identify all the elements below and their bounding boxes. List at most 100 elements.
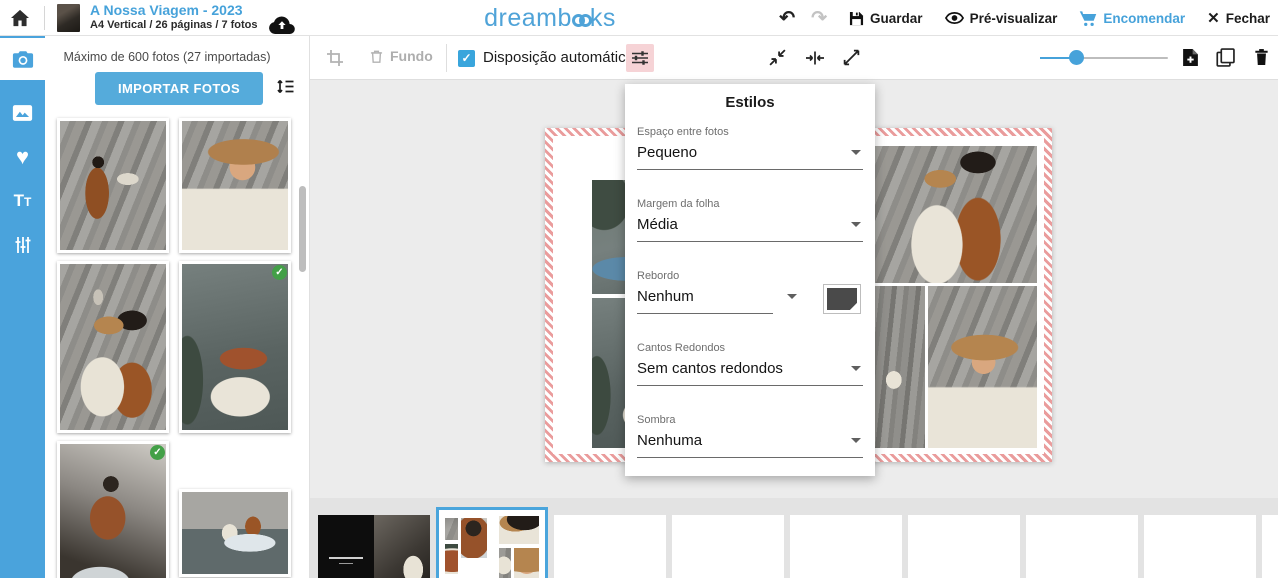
photo-used-badge: ✓: [272, 265, 287, 280]
duplicate-icon: [1216, 48, 1235, 67]
photo-thumbnail[interactable]: [57, 118, 169, 253]
duplicate-page-button[interactable]: [1216, 48, 1235, 67]
toolbar-divider: [446, 44, 447, 72]
field-shadow[interactable]: Sombra Nenhuma: [637, 414, 863, 458]
collapse-diagonal-icon: [768, 48, 787, 67]
background-button[interactable]: Fundo: [370, 48, 433, 64]
save-button[interactable]: Guardar: [849, 11, 923, 26]
spread-photo-couple[interactable]: [873, 146, 1037, 283]
add-page-icon: [1182, 48, 1199, 67]
app-logo: dreambks: [470, 4, 630, 33]
styles-popup: Estilos Espaço entre fotos Pequeno Marge…: [625, 84, 875, 476]
line-spacing-icon: [276, 78, 295, 95]
field-photo-spacing[interactable]: Espaço entre fotos Pequeno: [637, 126, 863, 170]
photo-book-editor: A Nossa Viagem - 2023 A4 Vertical / 26 p…: [0, 0, 1278, 578]
field-border[interactable]: Rebordo Nenhum: [637, 270, 863, 314]
field-value: Média: [637, 216, 678, 233]
header-divider: [44, 6, 45, 30]
rail-tab-photos[interactable]: [0, 38, 45, 80]
field-label: Margem da folha: [637, 198, 863, 210]
order-button[interactable]: Encomendar: [1079, 10, 1185, 27]
page-thumbnail-empty[interactable]: [672, 515, 784, 578]
home-icon: [10, 9, 30, 27]
content-row: ♥ TT Máximo de 600 fotos (27 importadas)…: [0, 36, 1278, 578]
delete-page-button[interactable]: [1254, 48, 1269, 66]
zoom-slider[interactable]: [1040, 50, 1168, 66]
import-photos-button[interactable]: IMPORTAR FOTOS: [95, 72, 263, 105]
rail-tab-pages[interactable]: [0, 92, 45, 134]
redo-button[interactable]: ↷: [811, 7, 827, 30]
border-color-swatch[interactable]: [823, 284, 861, 314]
photo-used-badge: ✓: [150, 445, 165, 460]
spread-photo-portrait[interactable]: [928, 286, 1037, 448]
page-thumbnail-selected[interactable]: [436, 507, 548, 578]
field-label: Espaço entre fotos: [637, 126, 863, 138]
undo-button[interactable]: ↶: [779, 7, 795, 30]
page-thumbnail-empty[interactable]: [790, 515, 902, 578]
cart-icon: [1079, 10, 1097, 27]
save-icon: [849, 11, 864, 26]
sort-photos-button[interactable]: [276, 78, 295, 95]
field-value: Nenhum: [637, 288, 694, 305]
editor-toolbar: Fundo ✓ Disposição automática: [310, 36, 1278, 80]
rail-tab-styles[interactable]: [0, 224, 45, 266]
cloud-upload-icon: [268, 16, 296, 35]
expand-photos-button[interactable]: [842, 48, 861, 67]
spread-photo-stairs[interactable]: [873, 286, 925, 448]
photo-thumbnail[interactable]: ✓: [179, 261, 291, 433]
crop-icon: [326, 49, 344, 67]
project-cover-thumbnail: [57, 4, 80, 32]
tune-icon: [631, 50, 649, 66]
photo-grid-column: ✓: [179, 118, 291, 578]
chevron-down-icon: [851, 366, 861, 371]
cover-photo-area: [374, 515, 430, 578]
photo-thumbnail[interactable]: [179, 489, 291, 577]
project-info: A Nossa Viagem - 2023 A4 Vertical / 26 p…: [90, 3, 258, 33]
preview-button[interactable]: Pré-visualizar: [945, 11, 1058, 26]
styles-toggle-button[interactable]: [626, 44, 654, 72]
close-button[interactable]: ✕ Fechar: [1207, 9, 1270, 27]
order-label: Encomendar: [1103, 11, 1185, 26]
photos-panel: Máximo de 600 fotos (27 importadas) IMPO…: [45, 36, 310, 578]
page-thumbnail-empty[interactable]: [1262, 515, 1278, 578]
home-button[interactable]: [10, 0, 30, 36]
page-thumbnail-empty[interactable]: [1144, 515, 1256, 578]
field-page-margin[interactable]: Margem da folha Média: [637, 198, 863, 242]
save-label: Guardar: [870, 11, 923, 26]
left-icon-rail: ♥ TT: [0, 36, 45, 578]
field-label: Cantos Redondos: [637, 342, 863, 354]
close-icon: ✕: [1207, 9, 1220, 27]
workspace: Fundo ✓ Disposição automática: [310, 36, 1278, 578]
zoom-slider-thumb[interactable]: [1069, 50, 1084, 65]
cloud-sync-button[interactable]: [268, 7, 296, 43]
close-label: Fechar: [1226, 11, 1270, 26]
panel-scrollbar-thumb[interactable]: [299, 186, 306, 272]
field-rounded-corners[interactable]: Cantos Redondos Sem cantos redondos: [637, 342, 863, 386]
image-icon: [12, 104, 33, 122]
auto-layout-checkbox[interactable]: ✓: [458, 50, 475, 67]
pages-strip: [310, 498, 1278, 578]
preview-label: Pré-visualizar: [970, 11, 1058, 26]
converge-horizontal-icon: [805, 51, 825, 65]
crop-button[interactable]: [326, 49, 344, 67]
expand-diagonal-icon: [842, 48, 861, 67]
photo-grid: ✓ ✓: [57, 118, 291, 578]
photo-grid-column: ✓: [57, 118, 169, 578]
photo-thumbnail[interactable]: [57, 261, 169, 433]
page-thumbnail-cover[interactable]: [318, 515, 430, 578]
background-trash-icon: [370, 48, 383, 64]
page-thumbnail-empty[interactable]: [1026, 515, 1138, 578]
shrink-photos-button[interactable]: [768, 48, 787, 67]
equal-spacing-button[interactable]: [805, 51, 825, 65]
field-label: Sombra: [637, 414, 863, 426]
page-thumbnail-empty[interactable]: [554, 515, 666, 578]
background-label: Fundo: [390, 48, 433, 64]
page-thumbnail-empty[interactable]: [908, 515, 1020, 578]
rail-tab-text[interactable]: TT: [0, 180, 45, 222]
border-color-fill: [827, 288, 857, 310]
photo-thumbnail[interactable]: [179, 118, 291, 253]
photo-thumbnail[interactable]: ✓: [57, 441, 169, 578]
rail-tab-favorites[interactable]: ♥: [0, 136, 45, 178]
top-bar: A Nossa Viagem - 2023 A4 Vertical / 26 p…: [0, 0, 1278, 36]
add-page-button[interactable]: [1182, 48, 1199, 67]
